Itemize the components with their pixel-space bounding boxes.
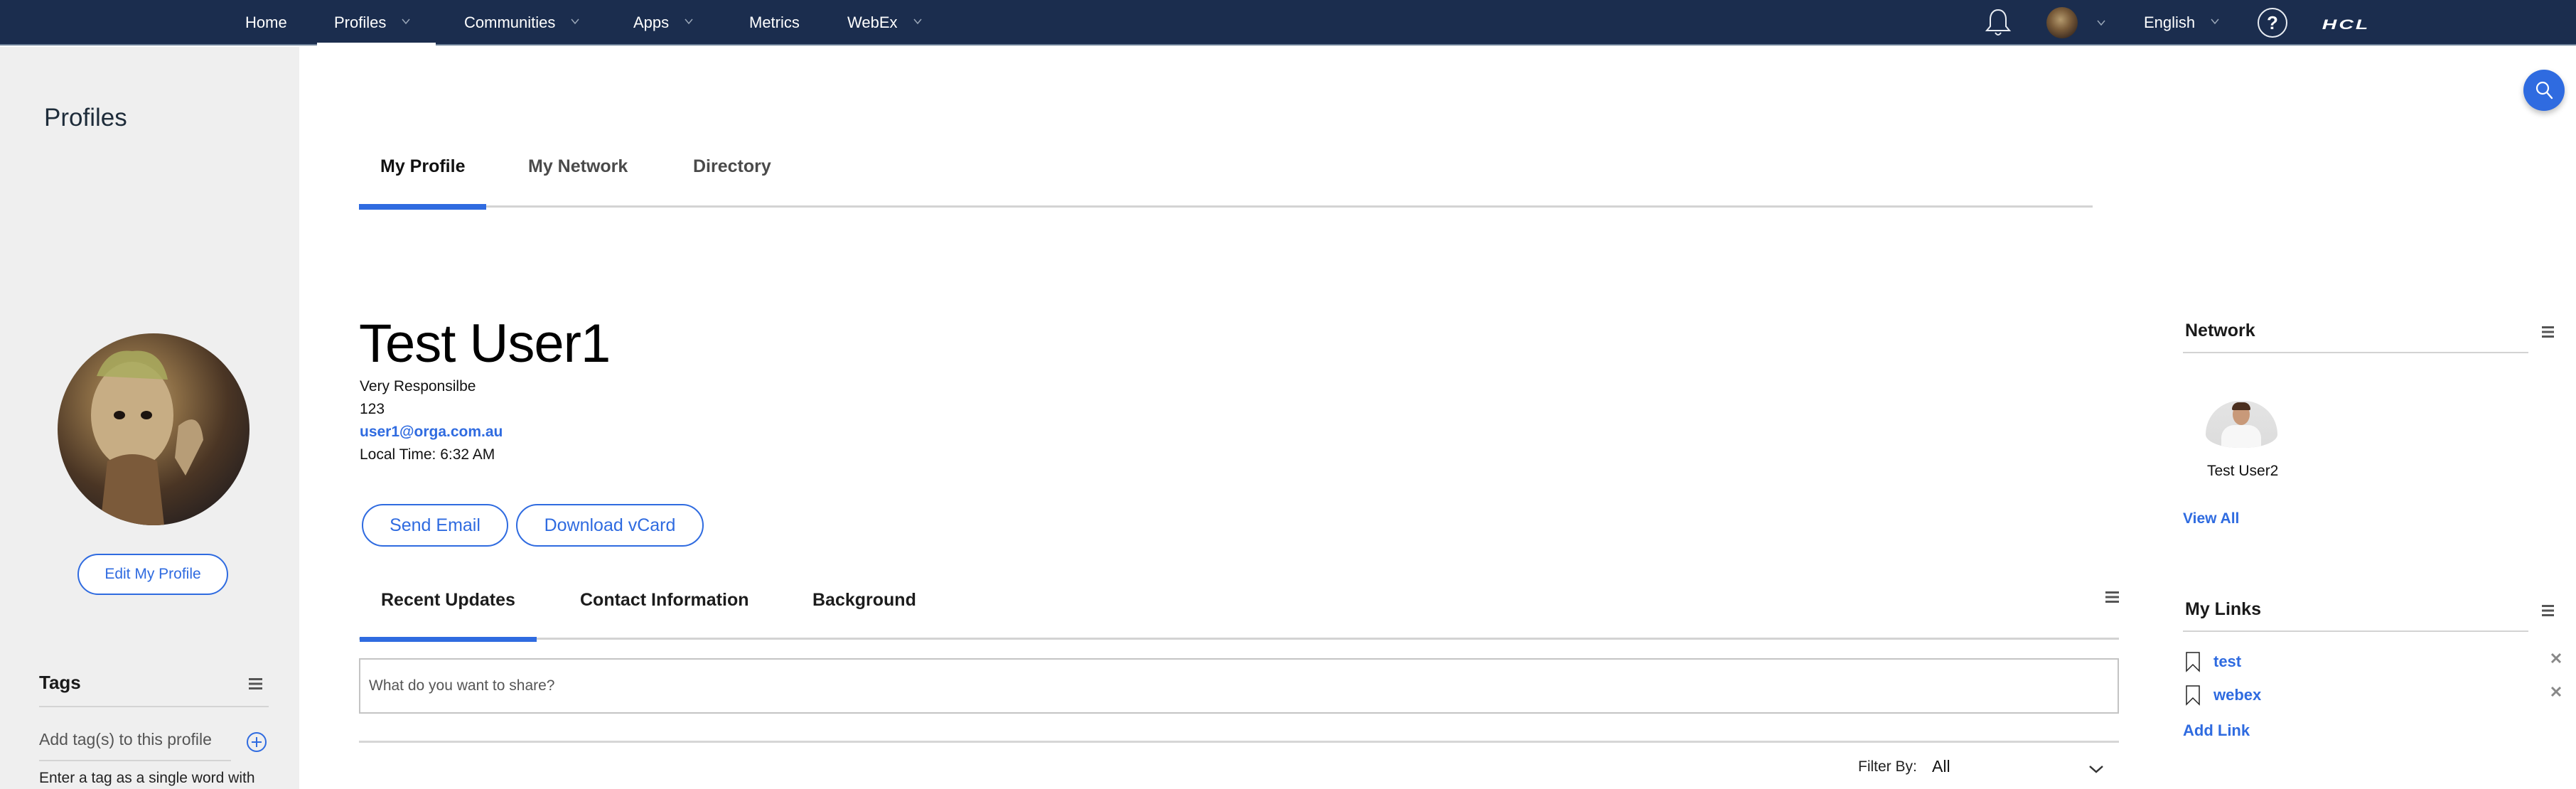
divider (359, 741, 2119, 743)
tab-label: Recent Updates (381, 590, 515, 610)
my-links-widget-title: My Links (2185, 599, 2261, 619)
send-email-button[interactable]: Send Email (362, 504, 508, 547)
brand-text: HCL (2322, 18, 2371, 33)
tab-background[interactable]: Background (812, 590, 916, 640)
share-status-input[interactable]: What do you want to share? (359, 658, 2119, 714)
nav-profiles[interactable]: Profiles (316, 0, 436, 47)
link-test[interactable]: test (2213, 653, 2241, 671)
chevron-down-icon (2089, 766, 2103, 773)
nav-apps-label: Apps (633, 14, 670, 31)
divider (2183, 352, 2528, 353)
tab-label: Background (812, 590, 916, 610)
search-button[interactable] (2523, 70, 2565, 111)
link-item: webex (2185, 685, 2261, 706)
profile-extension: 123 (360, 401, 385, 417)
tab-my-profile[interactable]: My Profile (358, 156, 488, 210)
language-label: English (2144, 14, 2196, 31)
filter-dropdown-toggle[interactable] (2088, 764, 2104, 778)
sidebar-title: Profiles (44, 104, 127, 132)
share-placeholder: What do you want to share? (369, 677, 555, 694)
chevron-down-icon (571, 18, 579, 25)
add-tag-label[interactable]: Add tag(s) to this profile (39, 730, 212, 749)
plus-circle-icon (247, 732, 267, 752)
download-vcard-button[interactable]: Download vCard (516, 504, 704, 547)
network-menu-button[interactable] (2542, 326, 2555, 342)
hamburger-menu-icon (249, 678, 262, 689)
help-icon: ? (2258, 8, 2287, 38)
tab-label: Directory (693, 156, 771, 176)
chevron-down-icon (2097, 20, 2105, 26)
link-item: test (2185, 651, 2241, 672)
section-menu-button[interactable] (2105, 590, 2120, 608)
nav-home[interactable]: Home (245, 0, 287, 45)
profile-job-title: Very Responsilbe (360, 378, 476, 394)
divider (39, 760, 231, 761)
tab-my-network[interactable]: My Network (528, 156, 628, 208)
nav-communities-label: Communities (464, 14, 556, 31)
link-webex[interactable]: webex (2213, 686, 2261, 704)
tab-label: My Network (528, 156, 628, 176)
remove-link-button[interactable] (2550, 686, 2562, 701)
bell-icon (1985, 9, 2012, 36)
profile-section-tabs: Recent Updates Contact Information Backg… (359, 590, 2119, 642)
add-link-button[interactable]: Add Link (2183, 721, 2250, 740)
network-member-avatar[interactable] (2206, 401, 2277, 448)
bookmark-icon (2186, 652, 2200, 672)
chevron-down-icon (685, 18, 693, 25)
edit-my-profile-button[interactable]: Edit My Profile (77, 554, 228, 595)
help-button[interactable]: ? (2257, 0, 2288, 45)
add-tag-button[interactable] (246, 731, 267, 756)
tab-label: Contact Information (580, 590, 749, 610)
divider (2183, 630, 2528, 632)
profile-tabs: My Profile My Network Directory (358, 156, 2093, 210)
tab-directory[interactable]: Directory (693, 156, 771, 208)
user-menu-button[interactable] (2046, 0, 2106, 45)
tags-menu-button[interactable] (249, 677, 263, 694)
top-navigation-bar: Home Profiles Communities Apps Metrics W… (0, 0, 2576, 47)
nav-profiles-label: Profiles (334, 14, 387, 31)
nav-webex[interactable]: WebEx (847, 0, 922, 45)
profile-email-link[interactable]: user1@orga.com.au (360, 424, 503, 441)
avatar (2046, 7, 2078, 38)
chevron-down-icon (913, 18, 922, 25)
close-icon (2550, 653, 2562, 664)
divider (39, 706, 269, 707)
tab-contact-information[interactable]: Contact Information (580, 590, 749, 640)
profile-name: Test User1 (359, 313, 611, 374)
bookmark-icon (2186, 685, 2200, 706)
svg-text:?: ? (2267, 12, 2278, 33)
filter-by-label: Filter By: (1858, 758, 1917, 775)
tags-title: Tags (39, 672, 81, 693)
nav-home-label: Home (245, 14, 287, 31)
nav-webex-label: WebEx (847, 14, 898, 31)
search-icon (2535, 81, 2553, 100)
chevron-down-icon (2211, 18, 2219, 25)
filter-select[interactable]: All (1932, 757, 1950, 776)
chevron-down-icon (402, 18, 410, 25)
nav-metrics-label: Metrics (749, 14, 800, 31)
profile-photo-image (91, 350, 203, 525)
tab-label: My Profile (380, 156, 466, 176)
profile-photo (58, 333, 249, 525)
nav-apps[interactable]: Apps (633, 0, 693, 45)
notifications-button[interactable] (1983, 0, 2013, 45)
my-links-menu-button[interactable] (2542, 604, 2555, 621)
hamburger-menu-icon (2105, 591, 2119, 603)
network-widget-title: Network (2185, 321, 2255, 340)
view-all-link[interactable]: View All (2183, 510, 2239, 527)
tag-help-text: Enter a tag as a single word with (39, 770, 255, 786)
tab-recent-updates[interactable]: Recent Updates (360, 590, 537, 642)
hcl-logo: HCL (2317, 0, 2368, 45)
nav-metrics[interactable]: Metrics (749, 0, 800, 45)
network-member-name[interactable]: Test User2 (2207, 463, 2278, 480)
language-selector[interactable]: English (2144, 0, 2219, 45)
hamburger-menu-icon (2542, 326, 2554, 338)
profile-local-time: Local Time: 6:32 AM (360, 446, 495, 463)
nav-communities[interactable]: Communities (464, 0, 579, 45)
close-icon (2550, 686, 2562, 697)
hamburger-menu-icon (2542, 605, 2554, 616)
remove-link-button[interactable] (2550, 653, 2562, 667)
